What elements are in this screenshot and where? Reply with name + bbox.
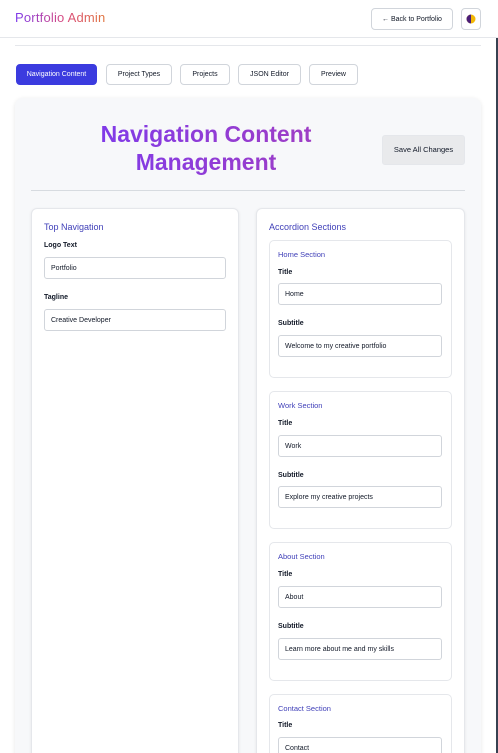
theme-toggle-icon [466, 14, 476, 24]
contact-section-title: Contact Section [278, 704, 331, 713]
work-title-label: Title [278, 420, 293, 427]
tagline-input[interactable]: Creative Developer [44, 309, 226, 331]
about-section-card [269, 542, 452, 681]
work-subtitle-input[interactable]: Explore my creative projects [278, 486, 442, 508]
about-section-title: About Section [278, 552, 325, 561]
work-section-card [269, 391, 452, 529]
home-subtitle-input[interactable]: Welcome to my creative portfolio [278, 335, 442, 357]
tab-preview[interactable]: Preview [309, 64, 358, 85]
work-title-input[interactable]: Work [278, 435, 442, 457]
top-navigation-title: Top Navigation [44, 222, 104, 232]
contact-title-input[interactable]: Contact [278, 737, 442, 753]
home-section-title: Home Section [278, 250, 326, 259]
tab-json-editor[interactable]: JSON Editor [238, 64, 301, 85]
accordion-sections-title: Accordion Sections [269, 222, 347, 232]
page-title: Navigation Content Management [70, 120, 342, 176]
top-navigation-panel [31, 208, 239, 753]
about-title-input[interactable]: About [278, 586, 442, 608]
header-divider [15, 45, 481, 46]
logo-text-label: Logo Text [44, 242, 77, 249]
home-subtitle-label: Subtitle [278, 320, 304, 327]
tab-navigation-content[interactable]: Navigation Content [16, 64, 97, 85]
work-subtitle-label: Subtitle [278, 472, 304, 479]
tagline-label: Tagline [44, 294, 68, 301]
work-section-title: Work Section [278, 401, 323, 410]
logo-text-input[interactable]: Portfolio [44, 257, 226, 279]
about-title-label: Title [278, 571, 293, 578]
home-section-card [269, 240, 452, 378]
about-subtitle-label: Subtitle [278, 623, 304, 630]
theme-toggle-button[interactable] [461, 8, 481, 30]
back-to-portfolio-button[interactable]: ← Back to Portfolio [371, 8, 453, 30]
contact-title-label: Title [278, 722, 293, 729]
app-title: Portfolio Admin [15, 10, 106, 25]
home-title-input[interactable]: Home [278, 283, 442, 305]
about-subtitle-input[interactable]: Learn more about me and my skills [278, 638, 442, 660]
tab-projects[interactable]: Projects [180, 64, 230, 85]
home-title-label: Title [278, 269, 293, 276]
tab-project-types[interactable]: Project Types [106, 64, 172, 85]
save-all-changes-button[interactable]: Save All Changes [382, 135, 465, 165]
title-divider [31, 190, 465, 191]
